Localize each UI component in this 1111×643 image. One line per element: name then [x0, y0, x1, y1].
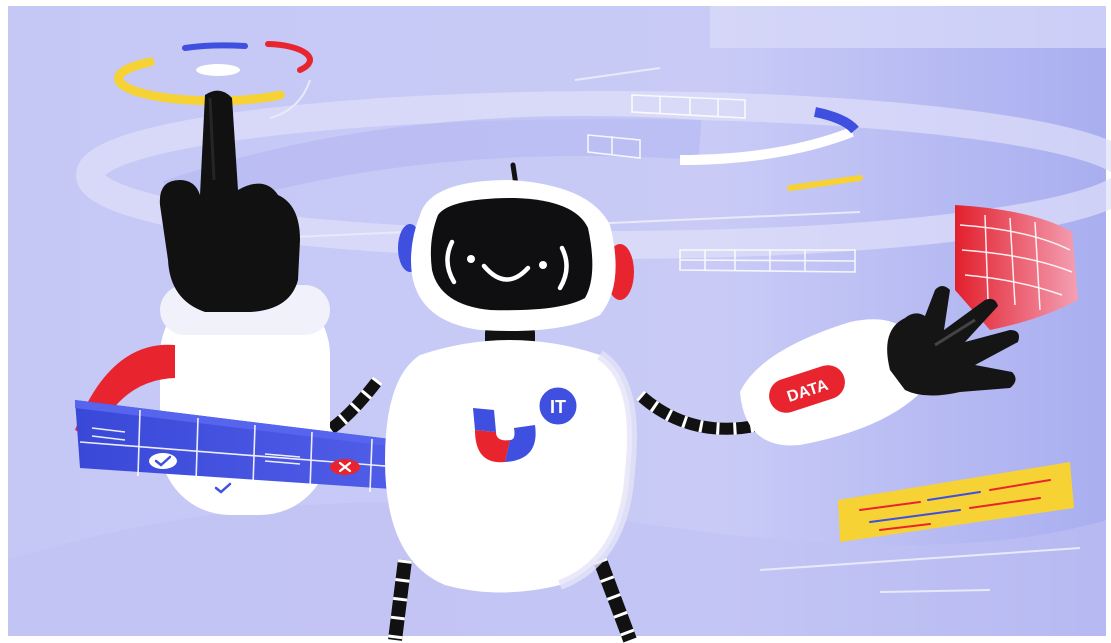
check-icon — [149, 453, 177, 469]
background-corner-band — [710, 6, 1106, 48]
cross-icon — [330, 459, 360, 475]
robot-illustration: DATA IT — [8, 6, 1111, 643]
illustration-stage: DATA IT — [0, 0, 1111, 643]
it-badge-label: IT — [550, 397, 566, 417]
it-badge: IT — [536, 384, 580, 428]
robot-body: IT — [385, 340, 637, 593]
check-icon — [209, 480, 237, 496]
